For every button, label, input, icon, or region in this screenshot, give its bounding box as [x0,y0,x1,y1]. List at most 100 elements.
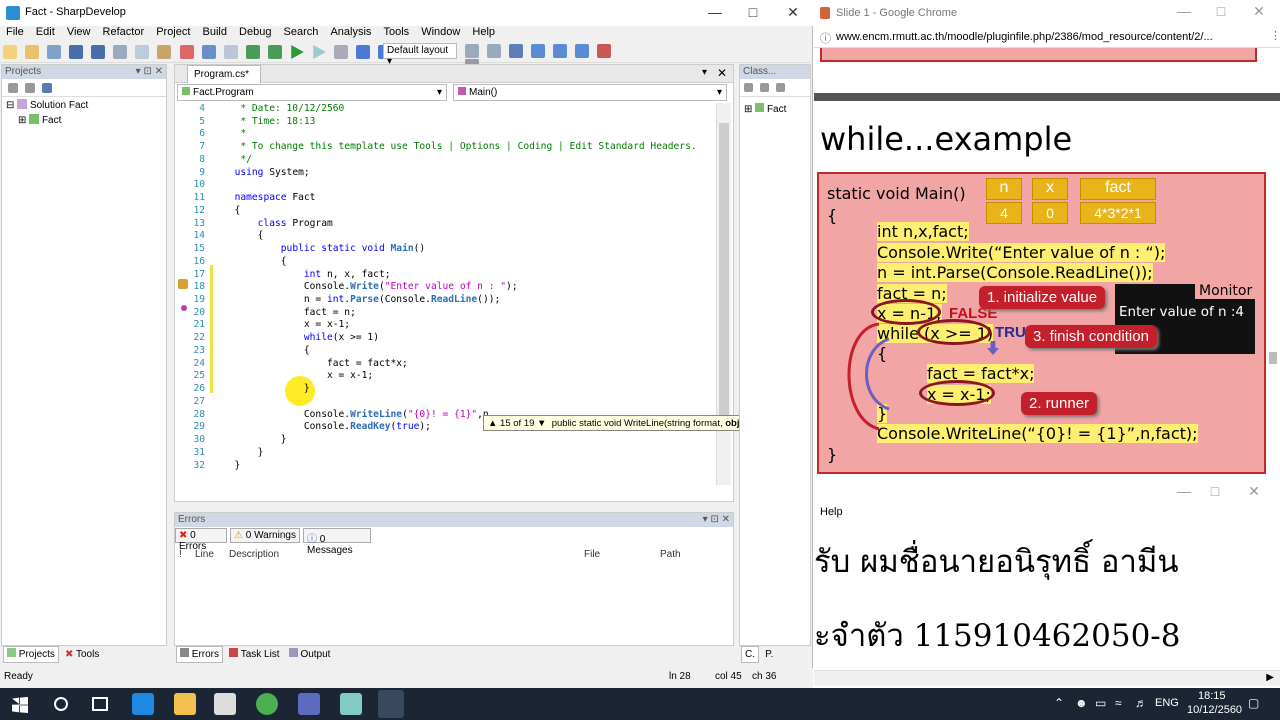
classes-tree-item[interactable]: ⊞ Fact [740,97,810,121]
menu-dots-icon[interactable]: ⋮ [1270,29,1280,42]
menu-project[interactable]: Project [156,26,190,38]
tooltip-down-icon[interactable]: ▼ [537,418,546,429]
scroll-thumb[interactable] [719,123,729,423]
chrome-close-icon[interactable]: ✕ [1244,3,1274,20]
messages-filter-button[interactable]: ⓘ 0 Messages [303,528,371,556]
col-description[interactable]: Description [229,549,279,560]
method-combo[interactable]: Main() ▾ [453,84,727,101]
step-over-icon[interactable] [356,45,370,59]
tree-solution[interactable]: ⊟ Solution Fact [6,99,162,114]
tab-close-icon[interactable]: ✕ [717,66,727,80]
tab-program-cs[interactable]: Program.cs* [187,65,261,83]
window-icon[interactable] [531,44,546,58]
col-bang[interactable]: ! [179,549,182,560]
tab-task-list[interactable]: Task List [226,647,283,662]
indent-icon[interactable] [509,44,524,58]
col-line[interactable]: Line [195,549,214,560]
menu-help[interactable]: Help [472,26,495,38]
code-area[interactable]: * Date: 10/12/2560 * Time: 18:13 * * To … [223,103,713,501]
redo-icon[interactable] [223,45,238,59]
sharpdevelop-taskbar-icon[interactable] [378,690,404,718]
tab-properties[interactable]: P. [762,647,776,662]
doc-maximize-icon[interactable]: □ [1200,483,1230,499]
errors-filter-button[interactable]: ✖ 0 Errors [175,528,227,552]
menu-build[interactable]: Build [203,26,227,38]
rebuild-icon[interactable] [267,45,282,59]
tab-errors[interactable]: Errors [176,646,224,663]
pin-icon[interactable]: ▾ ⊡ ✕ [136,66,163,77]
save-icon[interactable] [69,45,84,59]
tab-classes[interactable]: C. [741,646,759,663]
notes-app-icon[interactable] [340,693,362,715]
address-bar[interactable]: ⓘ www.encm.rmutt.ac.th/moodle/pluginfile… [814,26,1280,48]
menu-window[interactable]: Window [421,26,460,38]
maximize-icon[interactable]: □ [738,4,768,20]
class-combo[interactable]: Fact.Program ▾ [177,84,447,101]
filter-icon[interactable] [776,83,786,92]
notification-icon[interactable]: ▢ [1248,696,1259,710]
panel-close-icon[interactable]: ▾ ⊡ ✕ [703,514,730,525]
run-without-debug-icon[interactable] [313,45,326,59]
refresh-icon[interactable] [25,83,36,93]
col-file[interactable]: File [584,549,600,560]
search-icon[interactable] [54,697,68,711]
wifi-icon[interactable]: ≈ [1115,696,1122,710]
cut-icon[interactable] [113,45,128,59]
tab-tools[interactable]: ✖ Tools [62,647,102,662]
file-explorer-icon[interactable] [174,693,196,715]
menu-search[interactable]: Search [284,26,319,38]
paste-icon[interactable] [157,45,172,59]
menu-analysis[interactable]: Analysis [330,26,371,38]
language-indicator[interactable]: ENG [1155,697,1179,709]
build-icon[interactable] [245,45,260,59]
chrome-minimize-icon[interactable]: — [1169,3,1199,19]
col-path[interactable]: Path [660,549,681,560]
remove-icon[interactable] [597,44,612,58]
collapse-icon[interactable] [8,83,18,93]
network-icon[interactable] [553,44,568,58]
run-icon[interactable] [291,45,304,59]
back-icon[interactable] [744,83,753,92]
chrome-maximize-icon[interactable]: □ [1206,3,1236,19]
forward-icon[interactable] [760,83,770,92]
menu-edit[interactable]: Edit [36,26,55,38]
format-icon[interactable] [487,44,502,58]
tab-dropdown-icon[interactable]: ▾ [702,67,707,78]
menu-file[interactable]: File [6,26,24,38]
delete-icon[interactable] [179,45,194,59]
tab-projects[interactable]: Projects [3,646,59,663]
warnings-filter-button[interactable]: ⚠ 0 Warnings [230,528,300,543]
open-file-icon[interactable] [25,45,40,59]
edge-icon[interactable] [132,693,154,715]
minimize-icon[interactable]: — [700,4,730,20]
doc-close-icon[interactable]: ✕ [1239,483,1269,500]
tab-output[interactable]: Output [286,647,334,662]
volume-icon[interactable]: ♬ [1135,696,1147,710]
close-icon[interactable]: ✕ [778,4,808,21]
menu-view[interactable]: View [67,26,91,38]
open-solution-icon[interactable] [47,45,62,59]
scroll-right-icon[interactable]: ▶ [1266,672,1274,683]
people-icon[interactable]: ☻ [1075,696,1088,710]
info-icon[interactable]: ⓘ [820,30,831,46]
layout-select[interactable]: Default layout ▾ [383,43,457,67]
bookmark-icon[interactable] [465,44,479,58]
clock-date[interactable]: 10/12/2560 [1187,704,1242,716]
doc-scrollbar[interactable]: ▶ [814,670,1280,686]
save-all-icon[interactable] [91,45,106,59]
menu-tools[interactable]: Tools [383,26,409,38]
stop-icon[interactable] [333,45,348,59]
copy-icon[interactable] [135,45,150,59]
menu-debug[interactable]: Debug [239,26,271,38]
new-file-icon[interactable] [3,45,17,59]
breakpoint-icon[interactable] [181,305,187,311]
properties-icon[interactable] [42,83,53,93]
tree-project[interactable]: ⊞ Fact [6,114,162,129]
up-arrow-icon[interactable]: ⌃ [1054,696,1064,710]
undo-icon[interactable] [201,45,216,59]
battery-icon[interactable]: ▭ [1095,696,1106,710]
task-view-icon[interactable] [92,697,108,711]
menu-help[interactable]: Help [820,506,843,518]
store-icon[interactable] [214,693,236,715]
menu-refactor[interactable]: Refactor [103,26,145,38]
